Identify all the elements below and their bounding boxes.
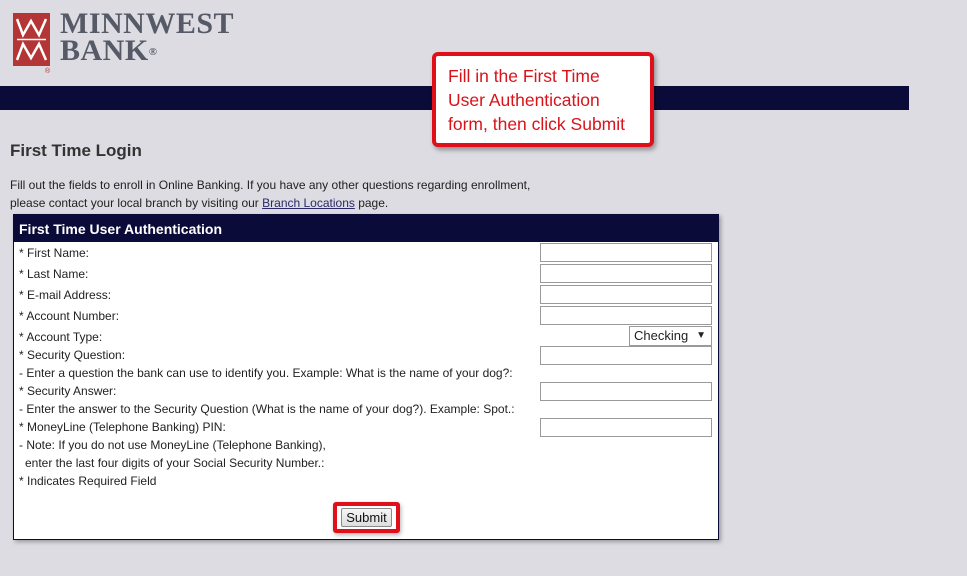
bank-name: MINNWEST BANK® bbox=[60, 7, 235, 67]
callout-line3: form, then click Submit bbox=[448, 114, 625, 134]
pin-input[interactable] bbox=[540, 418, 712, 437]
pin-label: * MoneyLine (Telephone Banking) PIN: bbox=[19, 420, 226, 434]
logo-registered-mark: ® bbox=[45, 68, 51, 75]
security-answer-label: * Security Answer: bbox=[19, 384, 117, 398]
security-answer-hint: - Enter the answer to the Security Quest… bbox=[19, 402, 515, 416]
logo-mark-icon bbox=[13, 13, 50, 66]
submit-button[interactable]: Submit bbox=[341, 508, 392, 527]
intro-text: Fill out the fields to enroll in Online … bbox=[10, 176, 570, 212]
form-header: First Time User Authentication bbox=[14, 215, 718, 242]
first-time-auth-form: First Time User Authentication * First N… bbox=[13, 214, 719, 540]
bank-logo[interactable]: ® MINNWEST BANK® bbox=[13, 9, 234, 77]
security-answer-input[interactable] bbox=[540, 382, 712, 401]
callout-line1: Fill in the First Time bbox=[448, 66, 600, 86]
intro-line2-end: page. bbox=[354, 196, 389, 210]
pin-note-line1: - Note: If you do not use MoneyLine (Tel… bbox=[19, 438, 326, 452]
email-label: * E-mail Address: bbox=[19, 288, 112, 302]
account-type-value: Checking bbox=[634, 328, 689, 343]
intro-line2: please contact your local branch by visi… bbox=[10, 194, 570, 212]
page-title: First Time Login bbox=[10, 141, 142, 160]
instruction-callout: Fill in the First Time User Authenticati… bbox=[432, 52, 654, 147]
security-question-hint: - Enter a question the bank can use to i… bbox=[19, 366, 513, 380]
account-number-label: * Account Number: bbox=[19, 309, 120, 323]
intro-line1: Fill out the fields to enroll in Online … bbox=[10, 178, 531, 192]
dropdown-arrow-icon: ▼ bbox=[696, 330, 706, 341]
first-name-label: * First Name: bbox=[19, 246, 90, 260]
account-type-label: * Account Type: bbox=[19, 330, 103, 344]
bank-name-line1: MINNWEST bbox=[60, 7, 235, 40]
email-input[interactable] bbox=[540, 285, 712, 304]
security-question-input[interactable] bbox=[540, 346, 712, 365]
account-number-input[interactable] bbox=[540, 306, 712, 325]
first-name-input[interactable] bbox=[540, 243, 712, 262]
intro-line2-text: please contact your local branch by visi… bbox=[10, 196, 263, 210]
pin-note-line2: enter the last four digits of your Socia… bbox=[25, 456, 325, 470]
security-question-label: * Security Question: bbox=[19, 348, 126, 362]
callout-line2: User Authentication bbox=[448, 90, 600, 110]
last-name-label: * Last Name: bbox=[19, 267, 89, 281]
last-name-input[interactable] bbox=[540, 264, 712, 283]
account-type-select[interactable]: Checking ▼ bbox=[629, 326, 712, 346]
bank-name-line2: BANK® bbox=[60, 34, 234, 67]
branch-locations-link[interactable]: Branch Locations bbox=[262, 196, 355, 210]
submit-highlight: Submit bbox=[333, 502, 400, 533]
bank-name-line2-text: BANK bbox=[60, 34, 149, 67]
registered-mark: ® bbox=[148, 46, 158, 58]
required-field-note: * Indicates Required Field bbox=[19, 474, 157, 488]
